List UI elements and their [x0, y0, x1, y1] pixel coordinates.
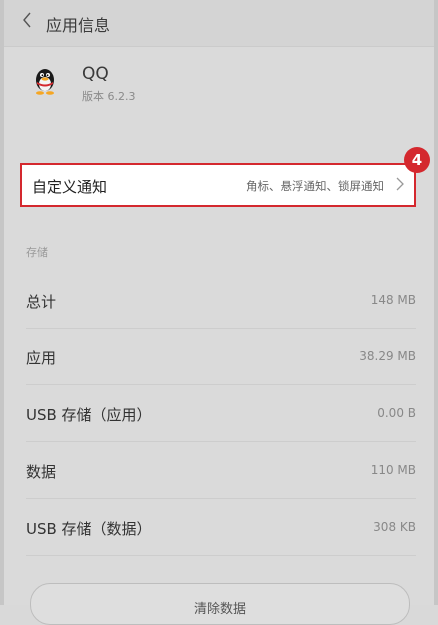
- row-value: 148 MB: [370, 293, 416, 307]
- row-value: 308 KB: [373, 520, 416, 534]
- row-value: 38.29 MB: [359, 349, 416, 363]
- clear-data-button[interactable]: 清除数据: [30, 583, 410, 625]
- app-version: 版本 6.2.3: [82, 90, 136, 103]
- chevron-left-icon: [22, 12, 32, 32]
- storage-row-usb-data: USB 存储（数据） 308 KB: [4, 500, 434, 556]
- chevron-right-icon: [396, 176, 404, 195]
- app-name: QQ: [82, 64, 109, 84]
- custom-notification-row[interactable]: 自定义通知 角标、悬浮通知、锁屏通知: [20, 163, 416, 207]
- page-title: 应用信息: [46, 16, 111, 35]
- row-label: USB 存储（数据）: [26, 520, 152, 538]
- storage-row-total: 总计 148 MB: [4, 273, 434, 329]
- divider: [26, 555, 416, 556]
- row-value: 110 MB: [370, 463, 416, 477]
- clear-data-label: 清除数据: [193, 602, 246, 617]
- divider: [26, 498, 416, 499]
- divider: [26, 441, 416, 442]
- back-button[interactable]: [18, 11, 36, 33]
- row-label: USB 存储（应用）: [26, 406, 152, 424]
- header-bar: 应用信息: [4, 0, 434, 47]
- qq-penguin-icon: [32, 66, 58, 96]
- row-label: 应用: [26, 349, 57, 367]
- step-badge: 4: [404, 147, 430, 173]
- app-summary: QQ 版本 6.2.3: [4, 52, 434, 112]
- storage-row-usb-app: USB 存储（应用） 0.00 B: [4, 386, 434, 442]
- row-label: 总计: [26, 293, 57, 311]
- right-edge: [434, 0, 438, 605]
- app-info-screen: 应用信息 QQ 版本 6.2.3 自定义通知 角标、悬浮通知、锁屏通知 4 存储…: [0, 0, 438, 625]
- row-label: 数据: [26, 463, 57, 481]
- custom-notification-value: 角标、悬浮通知、锁屏通知: [246, 179, 384, 193]
- row-value: 0.00 B: [377, 406, 416, 420]
- custom-notification-label: 自定义通知: [32, 178, 108, 196]
- storage-row-app: 应用 38.29 MB: [4, 329, 434, 385]
- divider: [26, 384, 416, 385]
- storage-section-title: 存储: [26, 246, 48, 259]
- storage-row-data: 数据 110 MB: [4, 443, 434, 499]
